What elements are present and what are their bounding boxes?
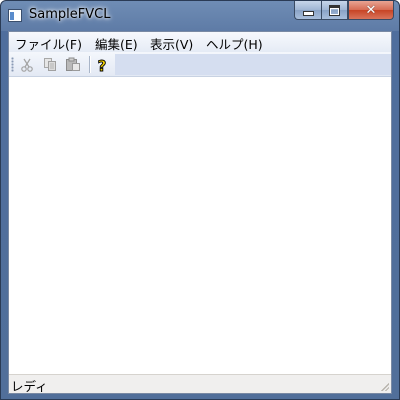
status-bar: レディ [9,374,391,394]
menu-help[interactable]: ヘルプ(H) [206,34,263,53]
menu-view[interactable]: 表示(V) [150,34,193,53]
close-button[interactable]: ✕ [348,1,394,20]
svg-text:?: ? [98,57,107,73]
app-window: SampleFVCL ✕ ファイル(F) 編集(E) 表示(V) ヘルプ(H) [0,0,400,400]
client-area: ファイル(F) 編集(E) 表示(V) ヘルプ(H) ? レディ [8,31,392,394]
maximize-icon [329,4,340,16]
toolbar-band [115,54,391,75]
paste-button[interactable] [64,56,82,73]
caption-buttons: ✕ [294,1,394,20]
status-text: レディ [11,379,48,394]
close-icon: ✕ [365,2,377,18]
menu-file[interactable]: ファイル(F) [15,34,82,53]
copy-icon [43,58,56,71]
app-icon[interactable] [8,9,22,22]
toolbar-grip[interactable] [11,57,14,72]
toolbar: ? [9,52,391,77]
toolbar-separator [89,56,91,73]
help-icon: ? [97,57,107,73]
maximize-button[interactable] [321,1,348,20]
cut-icon [21,58,33,72]
copy-button[interactable] [41,56,59,73]
help-button[interactable]: ? [93,56,111,73]
document-view[interactable] [9,77,391,374]
resize-grip-icon[interactable] [379,381,389,391]
menu-bar: ファイル(F) 編集(E) 表示(V) ヘルプ(H) [9,32,391,52]
minimize-button[interactable] [294,1,321,20]
title-bar[interactable]: SampleFVCL ✕ [1,1,399,31]
cut-button[interactable] [18,56,36,73]
paste-icon [66,57,80,71]
window-title: SampleFVCL [29,7,111,22]
minimize-icon [302,11,314,16]
menu-edit[interactable]: 編集(E) [95,34,138,53]
